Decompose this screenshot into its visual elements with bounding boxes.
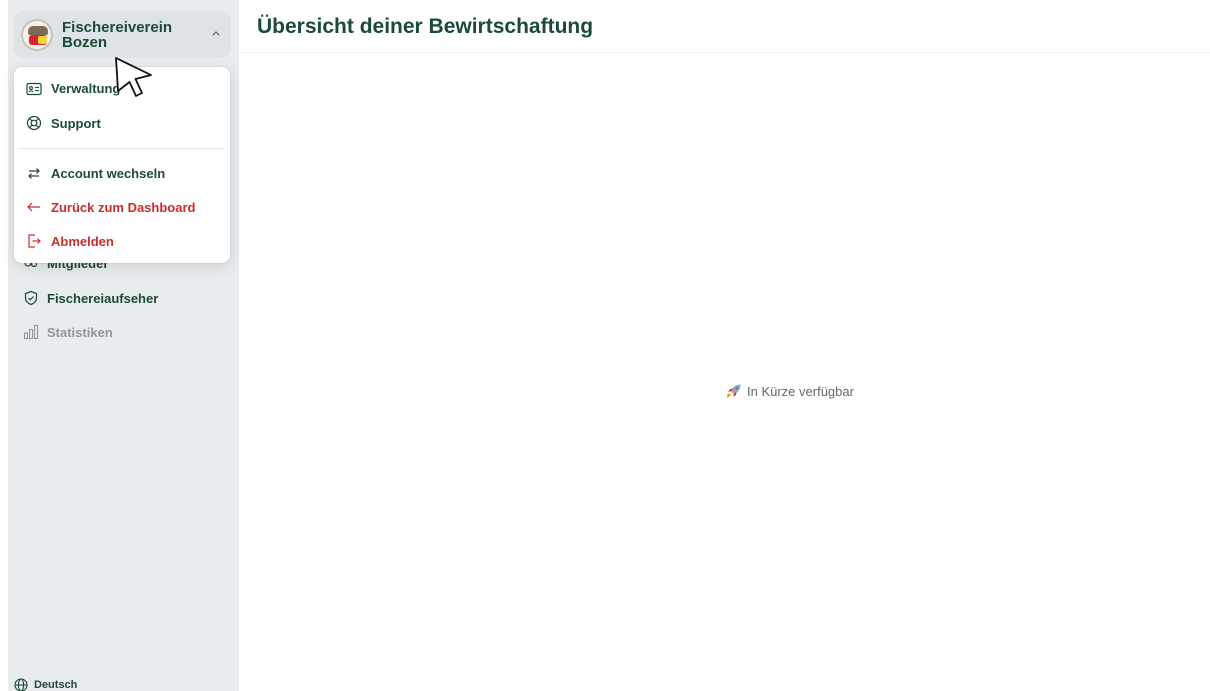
language-label: Deutsch (34, 679, 78, 691)
menu-item-account-wechseln[interactable]: Account wechseln (26, 165, 165, 181)
menu-item-label: Support (51, 115, 101, 131)
bar-chart-icon (23, 324, 39, 340)
org-name: Fischereiverein Bozen (62, 18, 173, 51)
menu-item-label: Abmelden (51, 233, 114, 249)
lifebuoy-icon (26, 115, 42, 131)
swap-arrows-icon (28, 168, 40, 179)
page-title: Übersicht deiner Bewirtschaftung (257, 15, 594, 38)
sidebar-item-label: Fischereiaufseher (47, 290, 159, 306)
arrow-left-icon (27, 202, 40, 212)
org-switcher-button[interactable]: Fischereiverein Bozen (14, 11, 231, 58)
menu-item-label: Account wechseln (51, 165, 166, 181)
globe-icon (14, 678, 28, 691)
sidebar-item-label: Statistiken (47, 324, 113, 340)
menu-item-back-to-dashboard[interactable]: Zurück zum Dashboard (26, 199, 195, 215)
header-divider (239, 52, 1210, 53)
sidebar-item-fischereiaufseher[interactable]: Fischereiaufseher (23, 290, 158, 306)
mouse-cursor-icon (115, 57, 152, 97)
chevron-up-icon (212, 31, 220, 36)
menu-item-support[interactable]: Support (26, 115, 101, 131)
coming-soon-text: In Kürze verfügbar (747, 383, 854, 399)
language-switcher[interactable]: Deutsch (14, 678, 77, 691)
menu-item-label: Verwaltung (51, 81, 121, 96)
app-window: Fischereiverein Bozen Mitglieder Fischer… (0, 0, 1210, 691)
menu-item-verwaltung[interactable]: Verwaltung (26, 81, 120, 96)
sidebar-item-statistiken[interactable]: Statistiken (23, 324, 113, 340)
coming-soon-message: In Kürze verfügbar (726, 383, 854, 399)
menu-divider (20, 148, 224, 149)
menu-item-label: Zurück zum Dashboard (51, 199, 196, 215)
logout-icon (28, 234, 41, 248)
org-logo (21, 18, 53, 51)
menu-item-abmelden[interactable]: Abmelden (26, 233, 114, 249)
shield-check-icon (24, 290, 38, 306)
rocket-icon (726, 384, 741, 398)
id-card-icon (26, 82, 42, 95)
